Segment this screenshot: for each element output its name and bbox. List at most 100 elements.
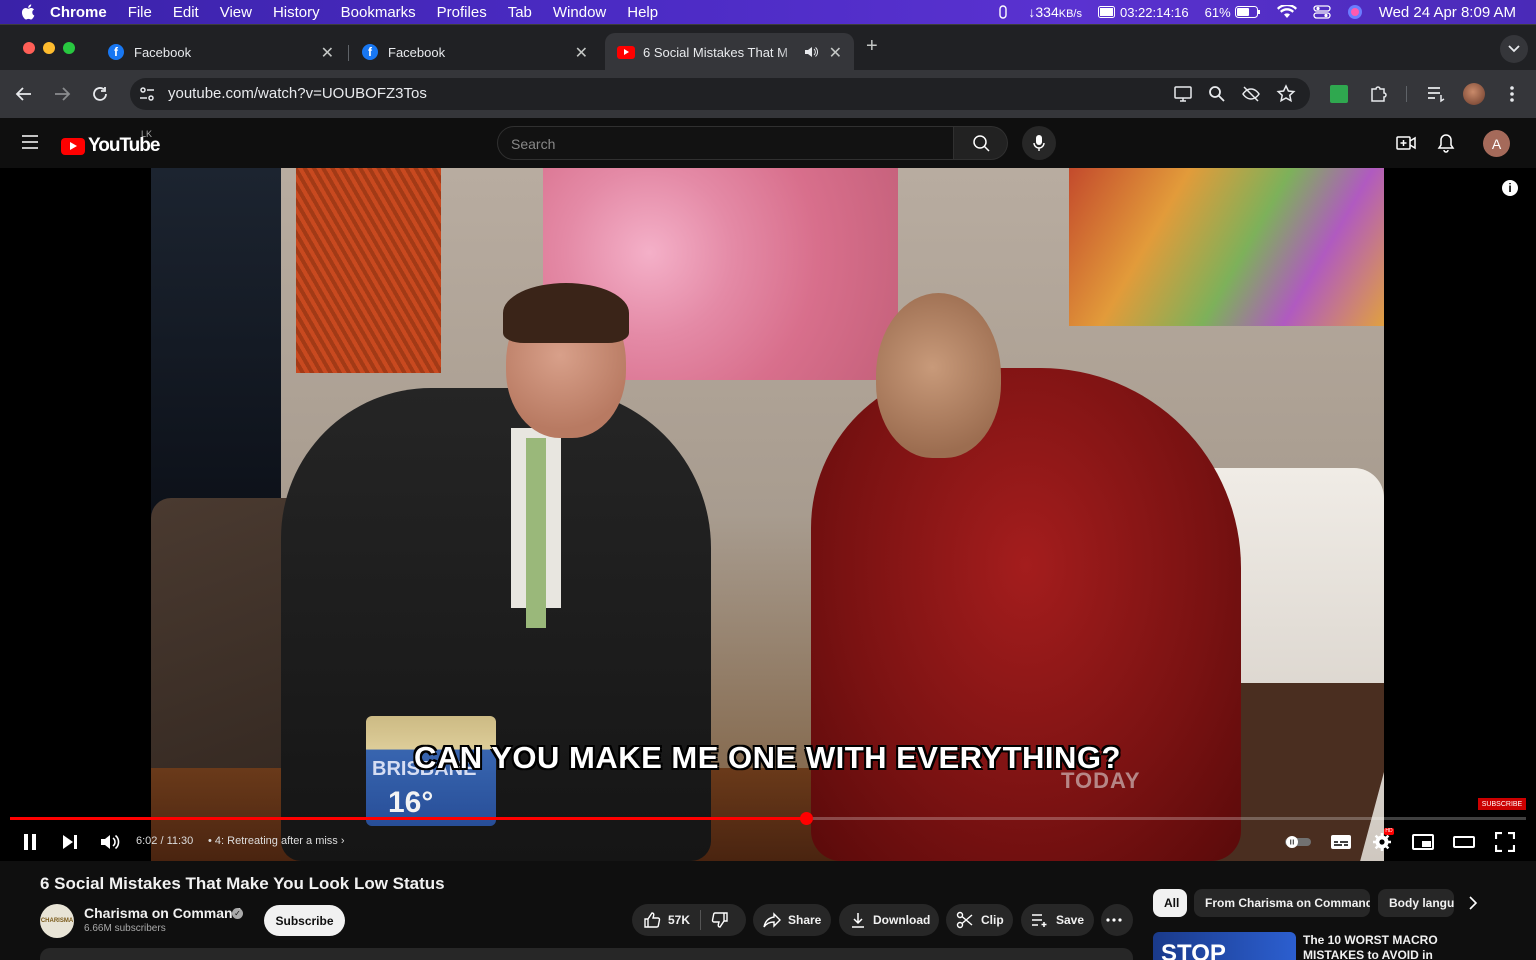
menu-view[interactable]: View <box>220 4 252 21</box>
voice-search-button[interactable] <box>1022 126 1056 160</box>
menu-history[interactable]: History <box>273 4 320 21</box>
new-tab-icon[interactable]: + <box>866 35 878 58</box>
zoom-window-button[interactable] <box>63 42 75 54</box>
share-button[interactable]: Share <box>753 904 831 936</box>
chevron-right-icon[interactable] <box>1468 896 1478 910</box>
battery-meter-icon <box>1097 6 1115 18</box>
account-avatar[interactable]: A <box>1483 130 1510 157</box>
site-settings-icon[interactable] <box>137 84 157 104</box>
extensions-puzzle-icon[interactable] <box>1368 83 1390 105</box>
theater-mode-icon <box>1453 836 1475 848</box>
standing-person <box>151 168 281 528</box>
subtitles-button[interactable] <box>1330 831 1352 853</box>
menu-edit[interactable]: Edit <box>173 4 199 21</box>
info-icon[interactable]: i <box>1502 180 1518 196</box>
next-button[interactable] <box>59 831 81 853</box>
forward-button[interactable] <box>50 82 74 106</box>
progress-played <box>10 817 806 820</box>
menu-bookmarks[interactable]: Bookmarks <box>341 4 416 21</box>
tab-close-icon[interactable]: ✕ <box>321 43 334 63</box>
bookmark-star-icon[interactable] <box>1276 84 1296 104</box>
battery-status[interactable]: 61% <box>1205 5 1261 20</box>
paperclip-icon[interactable] <box>994 5 1012 19</box>
tab-title: 6 Social Mistakes That M <box>643 44 788 60</box>
chip-body-language[interactable]: Body langu <box>1378 889 1454 917</box>
network-speed[interactable]: ↓334KB/s <box>1028 4 1082 20</box>
eye-off-icon[interactable] <box>1241 84 1261 104</box>
hamburger-menu-icon[interactable] <box>21 134 39 150</box>
channel-avatar[interactable]: CHARISMA <box>40 904 74 938</box>
tab-facebook-1[interactable]: f Facebook ✕ <box>96 33 346 71</box>
chip-from-channel[interactable]: From Charisma on Command <box>1194 889 1370 917</box>
macos-menu-bar: Chrome File Edit View History Bookmarks … <box>0 0 1536 24</box>
search-button[interactable] <box>954 126 1008 160</box>
speaker-audio-icon[interactable] <box>804 45 818 59</box>
autoplay-toggle[interactable] <box>1284 831 1312 853</box>
settings-button[interactable]: HD <box>1371 828 1394 853</box>
extension-green-icon[interactable] <box>1330 85 1348 103</box>
apple-logo-icon[interactable] <box>20 3 38 21</box>
more-horizontal-icon <box>1105 918 1122 922</box>
menu-window[interactable]: Window <box>553 4 606 21</box>
chip-all[interactable]: All <box>1153 889 1187 917</box>
recommended-thumbnail[interactable]: STOP <box>1153 932 1296 960</box>
tab-search-button[interactable] <box>1500 35 1528 63</box>
painting-red <box>296 168 441 373</box>
hd-badge: HD <box>1384 828 1394 835</box>
subscribe-button[interactable]: Subscribe <box>264 905 345 936</box>
menu-chrome[interactable]: Chrome <box>50 4 107 21</box>
reload-button[interactable] <box>88 82 112 106</box>
menu-tab[interactable]: Tab <box>508 4 532 21</box>
recommended-title[interactable]: The 10 WORST MACRO MISTAKES to AVOID in … <box>1303 933 1473 960</box>
minimize-window-button[interactable] <box>43 42 55 54</box>
control-center-icon[interactable] <box>1313 5 1331 19</box>
media-queue-icon[interactable] <box>1425 83 1447 105</box>
save-button[interactable]: Save <box>1021 904 1094 936</box>
wifi-icon[interactable] <box>1276 5 1297 19</box>
create-video-icon[interactable] <box>1396 134 1416 152</box>
back-button[interactable] <box>12 82 36 106</box>
youtube-logo[interactable]: YouTube LK <box>61 129 160 157</box>
address-bar[interactable]: youtube.com/watch?v=UOUBOFZ3Tos <box>130 78 1310 110</box>
reload-icon <box>93 87 107 101</box>
mute-button[interactable] <box>99 831 121 853</box>
tab-facebook-2[interactable]: f Facebook ✕ <box>350 33 600 71</box>
menu-help[interactable]: Help <box>627 4 658 21</box>
more-vertical-icon[interactable] <box>1501 83 1523 105</box>
menu-profiles[interactable]: Profiles <box>437 4 487 21</box>
description-box[interactable] <box>40 948 1133 960</box>
close-window-button[interactable] <box>23 42 35 54</box>
menubar-datetime[interactable]: Wed 24 Apr 8:09 AM <box>1379 4 1516 21</box>
tab-close-icon[interactable]: ✕ <box>829 43 842 63</box>
dislike-button[interactable] <box>711 911 736 929</box>
download-icon <box>852 913 864 928</box>
menu-file[interactable]: File <box>128 4 152 21</box>
theater-mode-button[interactable] <box>1453 831 1475 853</box>
profile-avatar[interactable] <box>1463 83 1485 105</box>
miniplayer-button[interactable] <box>1412 831 1434 853</box>
zoom-icon[interactable] <box>1207 84 1227 104</box>
chapter-button[interactable]: • 4: Retreating after a miss › <box>208 835 345 847</box>
channel-name[interactable]: Charisma on Command <box>84 905 241 921</box>
pause-button[interactable] <box>19 831 41 853</box>
video-frame[interactable]: BRISBANE 16° TODAY CAN YOU MAKE ME ONE W… <box>151 168 1384 861</box>
tab-close-icon[interactable]: ✕ <box>575 43 588 63</box>
url-text[interactable]: youtube.com/watch?v=UOUBOFZ3Tos <box>168 85 427 102</box>
network-speed-unit: KB/s <box>1058 8 1082 20</box>
notifications-bell-icon[interactable] <box>1437 133 1455 153</box>
uptime-timer[interactable]: 03:22:14:16 <box>1097 4 1189 20</box>
video-player[interactable]: BRISBANE 16° TODAY CAN YOU MAKE ME ONE W… <box>0 168 1536 861</box>
timer-text: 03:22:14:16 <box>1119 4 1189 20</box>
like-button[interactable]: 57K <box>632 911 690 929</box>
siri-icon[interactable] <box>1347 4 1363 20</box>
cast-icon[interactable] <box>1173 84 1193 104</box>
search-input[interactable]: Search <box>497 126 954 160</box>
player-controls: 6:02 / 11:30 • 4: Retreating after a mis… <box>0 823 1536 861</box>
progress-bar[interactable] <box>10 812 1526 825</box>
subscribe-watermark[interactable]: SUBSCRIBE <box>1478 798 1526 810</box>
tab-youtube-active[interactable]: 6 Social Mistakes That M ✕ <box>605 33 854 71</box>
more-actions-button[interactable] <box>1101 904 1133 936</box>
fullscreen-button[interactable] <box>1494 831 1516 853</box>
clip-button[interactable]: Clip <box>946 904 1013 936</box>
download-button[interactable]: Download <box>839 904 939 936</box>
